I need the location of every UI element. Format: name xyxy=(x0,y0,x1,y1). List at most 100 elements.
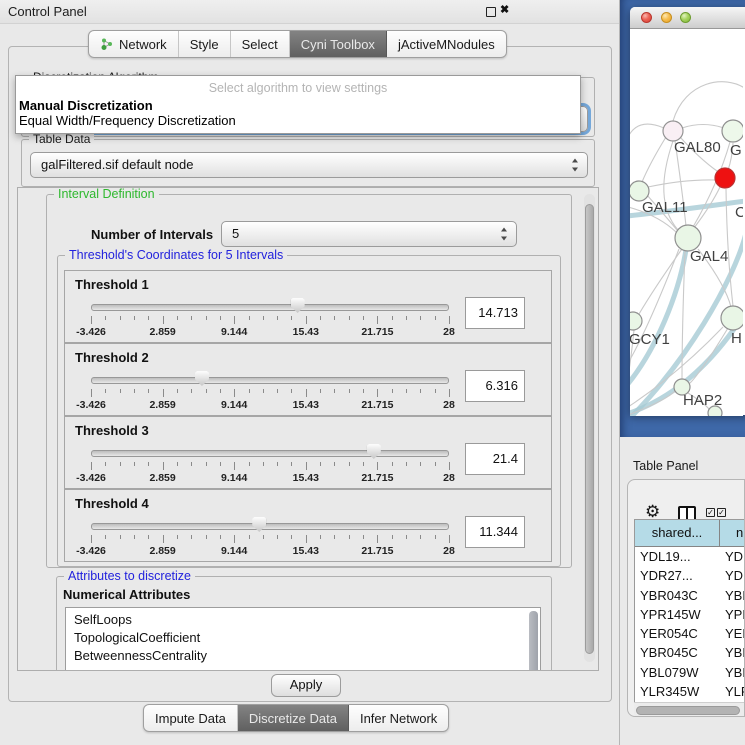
table-row[interactable]: YBR045CYBR0 xyxy=(635,643,745,662)
tick-mark xyxy=(435,535,436,539)
tick-mark xyxy=(392,462,393,466)
network-window-titlebar xyxy=(630,7,745,29)
table-row[interactable]: YDR27...YDR2 xyxy=(635,566,745,585)
threshold-panel: Threshold 4 -3.4262.8599.14415.4321.7152… xyxy=(64,489,552,562)
tick-mark xyxy=(163,462,164,470)
threshold-panel: Threshold 2 -3.4262.8599.14415.4321.7152… xyxy=(64,343,552,416)
network-node[interactable] xyxy=(630,312,642,330)
network-edge xyxy=(642,137,666,182)
tick-mark xyxy=(220,535,221,539)
threshold-slider[interactable]: -3.4262.8599.14415.4321.71528 xyxy=(91,443,449,487)
table-horizontal-scrollbar[interactable] xyxy=(634,702,745,717)
network-node[interactable] xyxy=(708,406,722,416)
tick-mark xyxy=(220,389,221,393)
table-data-combobox[interactable]: galFiltered.sif default node xyxy=(30,152,588,178)
threshold-slider[interactable]: -3.4262.8599.14415.4321.71528 xyxy=(91,516,449,560)
tick-mark xyxy=(191,462,192,466)
tick-mark xyxy=(105,462,106,466)
tab-discretize-data[interactable]: Discretize Data xyxy=(238,705,349,731)
tab-impute-data[interactable]: Impute Data xyxy=(144,705,238,731)
network-node[interactable] xyxy=(715,168,735,188)
checkbox-icon[interactable]: ✓ xyxy=(717,508,726,517)
slider-track[interactable] xyxy=(91,304,449,311)
tick-mark xyxy=(320,462,321,466)
tick-mark xyxy=(420,535,421,539)
tick-mark xyxy=(105,389,106,393)
table-row[interactable]: YLR345WYLR3 xyxy=(635,682,745,701)
tick-mark xyxy=(220,316,221,320)
threshold-value-field[interactable]: 21.4 xyxy=(465,443,525,475)
tick-label: 28 xyxy=(443,472,455,484)
table-row[interactable]: YPR145WYPR1 xyxy=(635,605,745,624)
cell-shared-name: YBL079W xyxy=(635,663,720,682)
attribute-list-item[interactable]: SelfLoops xyxy=(66,611,540,629)
number-of-intervals-combobox[interactable]: 5 xyxy=(221,221,517,247)
algorithm-option-equal-width[interactable]: Equal Width/Frequency Discretization xyxy=(19,113,236,128)
tab-infer-network[interactable]: Infer Network xyxy=(349,705,448,731)
minimize-window-icon[interactable] xyxy=(661,12,672,23)
close-icon[interactable]: ✖ xyxy=(500,3,509,16)
tick-mark xyxy=(306,462,307,470)
network-node[interactable] xyxy=(663,121,683,141)
apply-button[interactable]: Apply xyxy=(271,674,341,697)
tick-label: 21.715 xyxy=(361,472,393,484)
tick-mark xyxy=(449,316,450,324)
table-row[interactable]: YBR043CYBR0 xyxy=(635,586,745,605)
tab-cyni-toolbox[interactable]: Cyni Toolbox xyxy=(290,31,387,57)
table-row[interactable]: YER054CYER0 xyxy=(635,624,745,643)
tab-style[interactable]: Style xyxy=(179,31,231,57)
network-canvas[interactable]: GAL80GCGAL11GAL4GCY1HHAP2 xyxy=(630,29,743,416)
threshold-slider[interactable]: -3.4262.8599.14415.4321.71528 xyxy=(91,297,449,341)
tab-jactivemnodules[interactable]: jActiveMNodules xyxy=(387,31,506,57)
checkbox-icon[interactable]: ✓ xyxy=(706,508,715,517)
tick-mark xyxy=(91,389,92,397)
tick-mark xyxy=(363,316,364,320)
tick-mark xyxy=(449,462,450,470)
combo-arrows-icon xyxy=(572,159,579,172)
slider-track[interactable] xyxy=(91,450,449,457)
attribute-list-item[interactable]: TopologicalCoefficient xyxy=(66,629,540,647)
threshold-label: Threshold 1 xyxy=(75,277,149,292)
list-scrollbar[interactable] xyxy=(529,611,538,671)
tick-label: -3.426 xyxy=(76,545,106,557)
cell-name: YDL1 xyxy=(720,547,745,566)
settings-vertical-scrollbar[interactable] xyxy=(584,194,595,662)
tab-network[interactable]: Network xyxy=(89,31,179,57)
numerical-attributes-label: Numerical Attributes xyxy=(63,587,190,602)
tick-mark xyxy=(349,389,350,393)
column-header-name[interactable]: n xyxy=(720,520,745,546)
slider-track[interactable] xyxy=(91,523,449,530)
close-window-icon[interactable] xyxy=(641,12,652,23)
tick-mark xyxy=(263,535,264,539)
control-panel-titlebar: Control Panel ✖ xyxy=(0,0,619,24)
threshold-value-field[interactable]: 14.713 xyxy=(465,297,525,329)
scrollbar-thumb[interactable] xyxy=(585,204,594,654)
float-window-icon[interactable] xyxy=(486,7,496,17)
tick-mark xyxy=(334,462,335,466)
thresholds-group-title: Threshold's Coordinates for 5 Intervals xyxy=(65,248,287,262)
tick-mark xyxy=(191,535,192,539)
window-title: Control Panel xyxy=(8,4,87,19)
zoom-window-icon[interactable] xyxy=(680,12,691,23)
network-window: GAL80GCGAL11GAL4GCY1HHAP2 xyxy=(630,7,745,415)
tick-label: 28 xyxy=(443,326,455,338)
algorithm-option-manual[interactable]: Manual Discretization xyxy=(19,98,153,113)
attribute-list-item[interactable]: BetweennessCentrality xyxy=(66,647,540,665)
threshold-slider[interactable]: -3.4262.8599.14415.4321.71528 xyxy=(91,370,449,414)
scrollbar-thumb[interactable] xyxy=(636,706,740,715)
tab-select[interactable]: Select xyxy=(231,31,290,57)
table-row[interactable]: YDL19...YDL1 xyxy=(635,547,745,566)
tick-mark xyxy=(306,316,307,324)
network-node[interactable] xyxy=(630,181,649,201)
column-header-shared[interactable]: shared... xyxy=(635,520,720,546)
network-node[interactable] xyxy=(722,120,743,142)
tick-mark xyxy=(220,462,221,466)
tick-mark xyxy=(334,389,335,393)
threshold-value-field[interactable]: 11.344 xyxy=(465,516,525,548)
threshold-value-field[interactable]: 6.316 xyxy=(465,370,525,402)
tick-mark xyxy=(177,462,178,466)
table-row[interactable]: YBL079WYBL0 xyxy=(635,663,745,682)
slider-track[interactable] xyxy=(91,377,449,384)
network-node[interactable] xyxy=(721,306,743,330)
interval-definition-group-title: Interval Definition xyxy=(54,187,159,201)
